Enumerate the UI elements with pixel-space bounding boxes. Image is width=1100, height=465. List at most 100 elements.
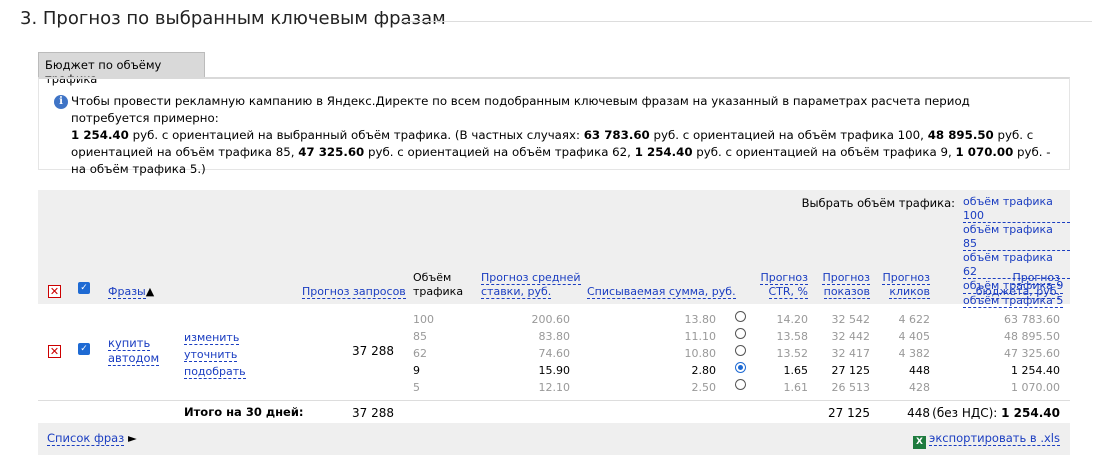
- info-amount-85: 48 895.50: [927, 128, 994, 142]
- totals-requests: 37 288: [352, 406, 394, 420]
- traffic-radio-selected[interactable]: [735, 362, 746, 373]
- column-requests-label[interactable]: Прогноз запросов: [302, 285, 406, 299]
- column-shows-l2[interactable]: показов: [823, 284, 870, 299]
- row-bid: 74.60: [538, 347, 571, 360]
- phrase-list-label[interactable]: Список фраз: [47, 431, 125, 446]
- traffic-radio[interactable]: [735, 379, 746, 390]
- info-amount-100: 63 783.60: [583, 128, 650, 142]
- column-ctr[interactable]: Прогноз CTR, %: [760, 271, 808, 299]
- info-main-suffix: руб. с ориентацией на выбранный объём тр…: [128, 128, 584, 142]
- row-traffic: 5: [413, 381, 420, 394]
- column-clicks-l2[interactable]: кликов: [889, 284, 930, 299]
- delete-phrase-checkbox[interactable]: ✕: [48, 345, 61, 358]
- totals-label: Итого на 30 дней:: [184, 405, 304, 419]
- column-bid-l2[interactable]: ставки, руб.: [481, 284, 552, 299]
- info-main-amount: 1 254.40: [71, 128, 129, 142]
- column-traffic-l1: Объём: [413, 271, 452, 284]
- row-charged: 10.80: [684, 347, 717, 360]
- totals-budget-prefix: (без НДС):: [932, 406, 998, 420]
- row-traffic: 100: [413, 313, 434, 326]
- row-shows: 32 417: [831, 347, 871, 360]
- row-bid: 15.90: [538, 364, 571, 377]
- row-budget: 47 325.60: [1004, 347, 1060, 360]
- table-footer: Список фраз ► Xэкспортировать в .xls: [38, 423, 1070, 455]
- select-all-checkbox[interactable]: ✓: [78, 282, 90, 294]
- totals-budget-value: 1 254.40: [1001, 406, 1060, 420]
- traffic-radio[interactable]: [735, 328, 746, 339]
- column-shows-l1[interactable]: Прогноз: [822, 271, 870, 285]
- totals-divider: [38, 400, 1070, 401]
- phrase-text-l1[interactable]: купить: [108, 336, 151, 351]
- row-clicks: 4 405: [898, 330, 931, 343]
- traffic-level-100[interactable]: объём трафика 100: [963, 195, 1070, 223]
- column-phrases[interactable]: Фразы▲: [108, 285, 154, 299]
- traffic-radio[interactable]: [735, 345, 746, 356]
- column-traffic-l2: трафика: [413, 284, 464, 298]
- row-shows: 32 442: [831, 330, 871, 343]
- totals-shows: 27 125: [828, 406, 870, 420]
- row-ctr: 1.61: [783, 381, 809, 394]
- column-charged[interactable]: Списываемая сумма, руб.: [587, 285, 736, 299]
- export-xls[interactable]: Xэкспортировать в .xls: [913, 431, 1060, 449]
- column-charged-label[interactable]: Списываемая сумма, руб.: [587, 285, 736, 299]
- phrase-text-l2[interactable]: автодом: [108, 351, 160, 366]
- row-charged: 11.10: [684, 330, 717, 343]
- row-shows: 27 125: [831, 364, 871, 377]
- traffic-select-label: Выбрать объём трафика:: [801, 196, 955, 210]
- row-clicks: 4 382: [898, 347, 931, 360]
- delete-all-checkbox[interactable]: ✕: [48, 285, 61, 298]
- expand-arrow-icon: ►: [127, 431, 137, 445]
- info-text-62: руб. с ориентацией на объём трафика 62,: [364, 145, 635, 159]
- phrase-checkbox[interactable]: ✓: [78, 343, 90, 355]
- column-bid[interactable]: Прогноз средней ставки, руб.: [481, 271, 581, 299]
- column-budget-l2[interactable]: бюджета, руб.: [975, 284, 1060, 299]
- pick-phrase-link[interactable]: подобрать: [184, 365, 246, 379]
- refine-phrase-link[interactable]: уточнить: [184, 348, 238, 362]
- row-traffic: 85: [413, 330, 427, 343]
- column-budget[interactable]: Прогноз бюджета, руб.: [975, 271, 1060, 299]
- info-text-9: руб. с ориентацией на объём трафика 9,: [692, 145, 956, 159]
- column-requests[interactable]: Прогноз запросов: [302, 285, 406, 299]
- info-icon: i: [54, 95, 68, 109]
- phrase-link[interactable]: купить автодом: [108, 336, 160, 366]
- column-ctr-l2[interactable]: CTR, %: [768, 284, 808, 299]
- column-budget-l1[interactable]: Прогноз: [1012, 271, 1060, 285]
- export-xls-link[interactable]: экспортировать в .xls: [929, 431, 1060, 446]
- column-ctr-l1[interactable]: Прогноз: [760, 271, 808, 285]
- row-charged: 2.80: [691, 364, 717, 377]
- phrase-list-toggle[interactable]: Список фраз ►: [47, 431, 137, 446]
- row-ctr: 13.52: [776, 347, 809, 360]
- info-amount-9: 1 254.40: [634, 145, 693, 159]
- row-clicks: 428: [909, 381, 930, 394]
- traffic-level-85[interactable]: объём трафика 85: [963, 223, 1070, 251]
- totals-budget: (без НДС): 1 254.40: [932, 406, 1060, 420]
- tab-traffic-budget[interactable]: Бюджет по объёму трафика: [38, 52, 205, 86]
- totals-clicks: 448: [907, 406, 930, 420]
- column-phrases-label[interactable]: Фразы: [108, 285, 146, 299]
- row-charged: 2.50: [691, 381, 717, 394]
- title-divider: [402, 21, 1092, 22]
- row-clicks: 448: [909, 364, 930, 377]
- traffic-radio[interactable]: [735, 311, 746, 322]
- column-clicks[interactable]: Прогноз кликов: [882, 271, 930, 299]
- row-traffic: 62: [413, 347, 427, 360]
- row-traffic: 9: [413, 364, 420, 377]
- row-bid: 83.80: [538, 330, 571, 343]
- row-charged: 13.80: [684, 313, 717, 326]
- column-traffic: Объём трафика: [413, 271, 463, 298]
- column-clicks-l1[interactable]: Прогноз: [882, 271, 930, 285]
- info-intro: Чтобы провести рекламную кампанию в Янде…: [71, 94, 970, 125]
- column-bid-l1[interactable]: Прогноз средней: [481, 271, 581, 285]
- column-shows[interactable]: Прогноз показов: [822, 271, 870, 299]
- row-bid: 200.60: [531, 313, 571, 326]
- section-title: 3. Прогноз по выбранным ключевым фразам: [20, 8, 446, 29]
- row-shows: 32 542: [831, 313, 871, 326]
- phrase-actions: изменить уточнить подобрать: [184, 329, 246, 380]
- excel-icon: X: [913, 436, 927, 449]
- phrase-requests: 37 288: [352, 344, 394, 358]
- row-clicks: 4 622: [898, 313, 931, 326]
- row-budget: 48 895.50: [1004, 330, 1060, 343]
- info-amount-62: 47 325.60: [298, 145, 365, 159]
- edit-phrase-link[interactable]: изменить: [184, 331, 240, 345]
- row-budget: 63 783.60: [1004, 313, 1060, 326]
